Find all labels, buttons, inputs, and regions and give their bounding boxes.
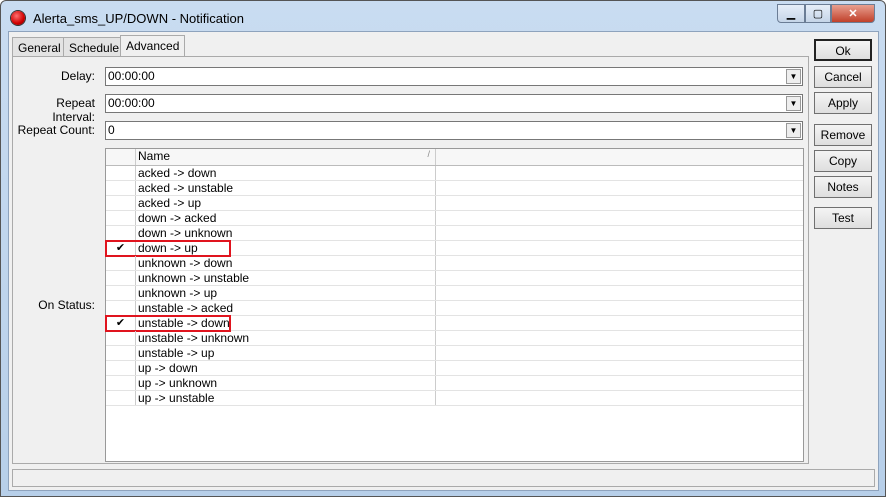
row-checkbox[interactable]	[106, 376, 136, 390]
sort-icon: /	[427, 149, 430, 159]
repeat-count-value: 0	[108, 123, 115, 137]
chevron-down-icon[interactable]: ▼	[786, 96, 801, 111]
row-name: unstable -> acked	[136, 301, 436, 315]
table-row[interactable]: up -> unknown	[106, 376, 803, 391]
row-checkbox[interactable]	[106, 226, 136, 240]
table-row[interactable]: unstable -> unknown	[106, 331, 803, 346]
row-checkbox[interactable]	[106, 301, 136, 315]
remove-button[interactable]: Remove	[814, 124, 872, 146]
row-checkbox[interactable]	[106, 271, 136, 285]
repeat-count-field[interactable]: 0 ▼	[105, 121, 803, 140]
red-light-icon	[11, 11, 25, 25]
row-name: unstable -> unknown	[136, 331, 436, 345]
row-name: unknown -> up	[136, 286, 436, 300]
maximize-button[interactable]: ▢	[805, 4, 831, 23]
window-title: Alerta_sms_UP/DOWN - Notification	[33, 10, 244, 26]
chevron-down-icon[interactable]: ▼	[786, 69, 801, 84]
row-checkbox[interactable]	[106, 391, 136, 405]
title-bar: Alerta_sms_UP/DOWN - Notification	[11, 9, 244, 27]
close-button[interactable]: ✕	[831, 4, 875, 23]
notification-window: Alerta_sms_UP/DOWN - Notification ▁ ▢ ✕ …	[0, 0, 886, 497]
apply-button[interactable]: Apply	[814, 92, 872, 114]
cancel-button[interactable]: Cancel	[814, 66, 872, 88]
row-name: unstable -> up	[136, 346, 436, 360]
highlight-box	[105, 315, 231, 332]
table-row[interactable]: acked -> unstable	[106, 181, 803, 196]
row-name: down -> acked	[136, 211, 436, 225]
row-checkbox[interactable]	[106, 286, 136, 300]
table-row[interactable]: down -> unknown	[106, 226, 803, 241]
table-row[interactable]: unknown -> down	[106, 256, 803, 271]
row-name: unknown -> down	[136, 256, 436, 270]
row-name: up -> unstable	[136, 391, 436, 405]
highlight-box	[105, 240, 231, 257]
on-status-label: On Status:	[38, 298, 95, 312]
delay-field[interactable]: 00:00:00 ▼	[105, 67, 803, 86]
table-row[interactable]: ✔ down -> up	[105, 240, 803, 257]
row-checkbox[interactable]	[106, 166, 136, 180]
row-checkbox[interactable]	[106, 196, 136, 210]
row-name: up -> unknown	[136, 376, 436, 390]
row-name: unknown -> unstable	[136, 271, 436, 285]
status-bar	[12, 469, 875, 487]
on-status-table: Name / acked -> down acked -> unstable acke…	[105, 148, 804, 462]
repeat-interval-value: 00:00:00	[108, 96, 155, 110]
chevron-down-icon[interactable]: ▼	[786, 123, 801, 138]
delay-label: Delay:	[60, 69, 95, 83]
table-row[interactable]: acked -> down	[106, 166, 803, 181]
row-name: acked -> down	[136, 166, 436, 180]
repeat-interval-field[interactable]: 00:00:00 ▼	[105, 94, 803, 113]
check-column-header[interactable]	[106, 149, 136, 165]
delay-value: 00:00:00	[108, 69, 155, 83]
table-row[interactable]: unknown -> up	[106, 286, 803, 301]
tab-general[interactable]: General	[12, 37, 67, 57]
table-row[interactable]: acked -> up	[106, 196, 803, 211]
repeat-count-label: Repeat Count:	[17, 123, 95, 137]
row-checkbox[interactable]	[106, 211, 136, 225]
table-row[interactable]: unknown -> unstable	[106, 271, 803, 286]
table-row[interactable]: ✔ unstable -> down	[105, 315, 803, 332]
row-name: acked -> unstable	[136, 181, 436, 195]
row-checkbox[interactable]	[106, 361, 136, 375]
advanced-panel: Delay: 00:00:00 ▼ Repeat Interval: 00:00:…	[12, 56, 809, 464]
notes-button[interactable]: Notes	[814, 176, 872, 198]
table-row[interactable]: up -> down	[106, 361, 803, 376]
table-row[interactable]: unstable -> acked	[106, 301, 803, 316]
row-name: acked -> up	[136, 196, 436, 210]
test-button[interactable]: Test	[814, 207, 872, 229]
name-column-header[interactable]: Name /	[136, 149, 436, 165]
row-checkbox[interactable]	[106, 346, 136, 360]
minimize-button[interactable]: ▁	[777, 4, 805, 23]
row-name: up -> down	[136, 361, 436, 375]
row-checkbox[interactable]	[106, 256, 136, 270]
table-row[interactable]: up -> unstable	[106, 391, 803, 406]
copy-button[interactable]: Copy	[814, 150, 872, 172]
name-column-label: Name	[138, 149, 171, 163]
ok-button[interactable]: Ok	[814, 39, 872, 61]
client-area: General Schedule Advanced Delay: 00:00:0…	[8, 31, 879, 491]
table-row[interactable]: unstable -> up	[106, 346, 803, 361]
row-checkbox[interactable]	[106, 181, 136, 195]
tab-advanced[interactable]: Advanced	[120, 35, 186, 57]
row-name: down -> unknown	[136, 226, 436, 240]
table-row[interactable]: down -> acked	[106, 211, 803, 226]
row-checkbox[interactable]	[106, 331, 136, 345]
tab-schedule[interactable]: Schedule	[63, 37, 126, 57]
table-header: Name /	[106, 149, 803, 166]
repeat-interval-label: Repeat Interval:	[52, 96, 95, 124]
